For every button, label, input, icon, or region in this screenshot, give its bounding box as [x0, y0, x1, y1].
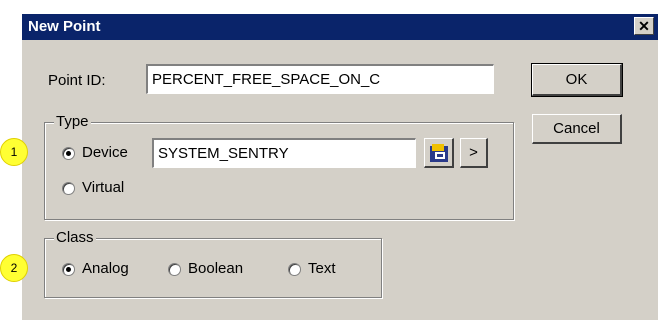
analog-radio[interactable] — [62, 263, 75, 276]
text-radio-label: Text — [308, 260, 336, 277]
virtual-radio-label: Virtual — [82, 179, 125, 196]
analog-radio-label: Analog — [82, 260, 129, 277]
boolean-radio-label: Boolean — [188, 260, 244, 277]
text-radio[interactable] — [288, 263, 301, 276]
type-group-legend: Type — [54, 113, 91, 130]
new-point-dialog: New Point ✕ Point ID: OK Cancel Type Dev… — [22, 14, 658, 320]
device-browse-icon — [430, 144, 448, 162]
device-input[interactable] — [152, 138, 416, 168]
annotation-badge-1: 1 — [0, 138, 28, 166]
cancel-button[interactable]: Cancel — [532, 114, 622, 144]
type-group — [44, 122, 514, 220]
device-radio[interactable] — [62, 147, 75, 160]
close-icon: ✕ — [638, 18, 650, 34]
virtual-radio[interactable] — [62, 182, 75, 195]
title-bar: New Point ✕ — [22, 14, 658, 40]
device-radio-label: Device — [82, 144, 128, 161]
annotation-badge-2: 2 — [0, 254, 28, 282]
point-id-input[interactable] — [146, 64, 494, 94]
ok-button[interactable]: OK — [531, 63, 623, 97]
close-button[interactable]: ✕ — [634, 17, 654, 35]
boolean-radio[interactable] — [168, 263, 181, 276]
class-group-legend: Class — [54, 229, 96, 246]
point-id-label: Point ID: — [48, 72, 106, 89]
window-title: New Point — [28, 18, 101, 35]
device-browse-button[interactable] — [424, 138, 454, 168]
device-arrow-button[interactable]: > — [460, 138, 488, 168]
